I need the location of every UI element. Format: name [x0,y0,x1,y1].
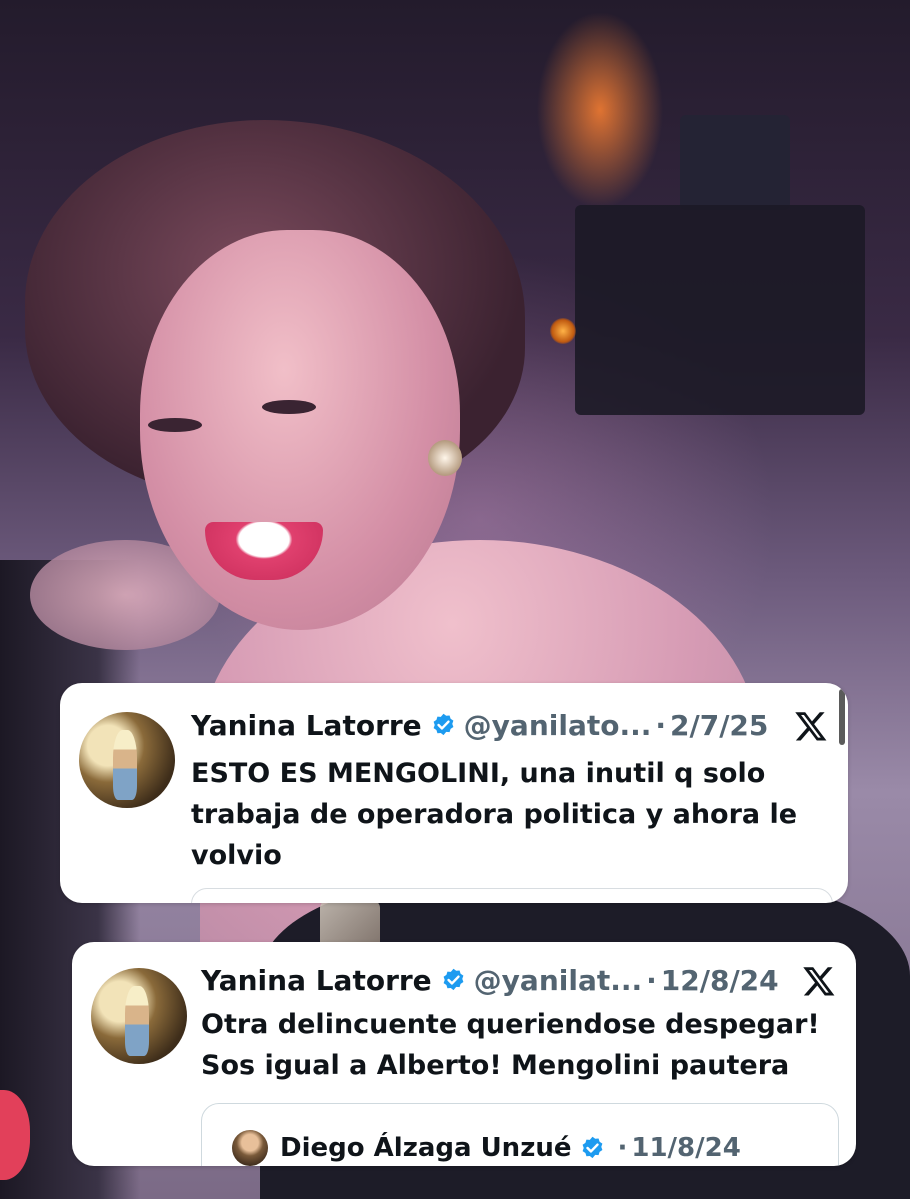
tweet-date[interactable]: 2/7/25 [670,709,768,742]
woman-eye [148,418,202,432]
quoted-tweet-edge[interactable] [191,888,833,903]
separator-dot: · [646,964,657,997]
stage-equipment [680,115,790,210]
quoted-author-avatar[interactable] [232,1130,268,1166]
tweet-card[interactable]: Yanina Latorre @yanilato... · 2/7/25 EST… [60,683,848,903]
separator-dot: · [655,709,667,742]
scrollbar[interactable] [839,689,845,745]
tweet-text: ESTO ES MENGOLINI, una inutil q solo tra… [191,753,831,876]
quoted-author-name[interactable]: Diego Álzaga Unzué [280,1133,571,1163]
tweet-header: Yanina Latorre @yanilat... · 12/8/24 [201,964,779,997]
tweet-text-line: ESTO ES MENGOLINI, una inutil q solo [191,758,766,789]
quoted-tweet-header: Diego Álzaga Unzué · 11/8/24 [232,1130,741,1166]
light-orb [550,318,576,344]
author-name[interactable]: Yanina Latorre [191,709,422,742]
author-handle[interactable]: @yanilat... [474,964,642,997]
tweet-text-line: Sos igual a Alberto! Mengolini pautera [201,1050,790,1081]
x-logo-icon[interactable] [794,709,828,743]
quoted-tweet[interactable]: Diego Álzaga Unzué · 11/8/24 [201,1103,839,1166]
stage-equipment [575,205,865,415]
separator-dot: · [617,1133,628,1163]
tweet-text-line: Otra delincuente queriendose despegar! [201,1009,820,1040]
author-name[interactable]: Yanina Latorre [201,964,432,997]
tweet-header: Yanina Latorre @yanilato... · 2/7/25 [191,709,768,742]
author-avatar[interactable] [79,712,175,808]
verified-badge-icon [433,713,454,736]
quoted-tweet-date[interactable]: 11/8/24 [631,1133,740,1163]
tweet-text-line: volvio [191,840,282,871]
x-logo-icon[interactable] [802,964,836,998]
author-avatar[interactable] [91,968,187,1064]
verified-badge-icon [443,968,464,991]
tweet-text: Otra delincuente queriendose despegar! S… [201,1004,841,1086]
tweet-card[interactable]: Yanina Latorre @yanilat... · 12/8/24 Otr… [72,942,856,1166]
woman-eye [262,400,316,414]
author-handle[interactable]: @yanilato... [464,709,652,742]
tweet-text-line: trabaja de operadora politica y ahora le [191,799,798,830]
tweet-date[interactable]: 12/8/24 [661,964,779,997]
verified-badge-icon [583,1136,603,1158]
earring [428,440,462,476]
